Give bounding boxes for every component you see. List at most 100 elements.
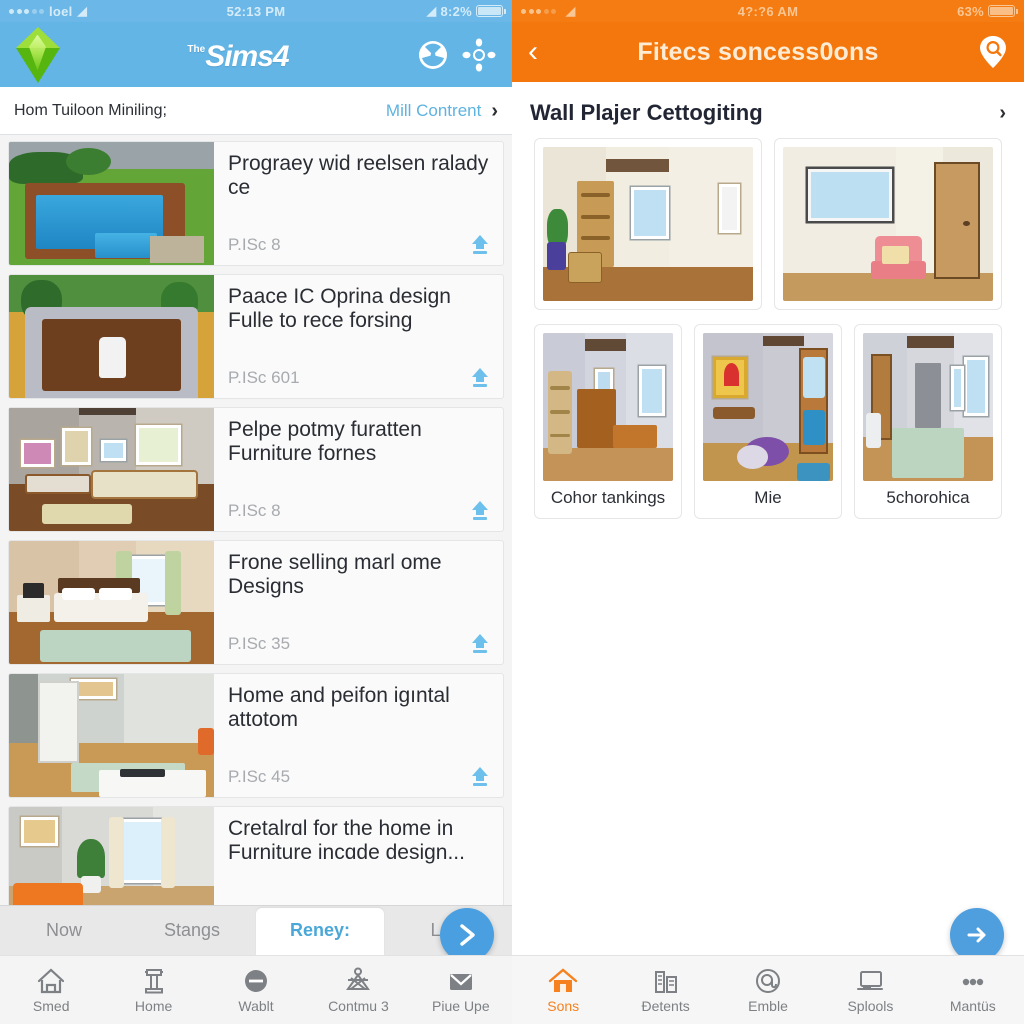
list-item-thumbnail: [9, 541, 214, 664]
next-fab-button[interactable]: [950, 908, 1004, 962]
list-item-subtitle: P.ISc 8: [228, 501, 281, 520]
list-item-subtitle: P.ISc 601: [228, 368, 300, 387]
home-outline-icon: [38, 968, 65, 993]
podium-icon: [144, 968, 163, 993]
tab-now[interactable]: Now: [0, 908, 128, 955]
nav-item-piue-upe[interactable]: Piue Upe: [410, 967, 512, 1014]
chevron-right-icon[interactable]: ›: [491, 101, 498, 121]
list-item-subtitle: P.ISc 35: [228, 634, 291, 653]
nav-label: Piue Upe: [432, 997, 490, 1014]
nav-label: Đetents: [641, 997, 690, 1014]
content-list: Prograey wid reelsen ralady ce P.ISc 8 P…: [0, 135, 512, 931]
nav-label: Mantüs: [949, 997, 996, 1014]
plumbob-icon: [16, 26, 60, 83]
room-thumbnail: [543, 333, 673, 481]
featured-grid: [512, 138, 1024, 310]
subheader-row[interactable]: Hom Tuiloon Miniling; Mill Contrent ›: [0, 87, 512, 135]
download-icon[interactable]: [469, 366, 491, 388]
battery-icon: [988, 5, 1018, 17]
pan-move-icon[interactable]: [462, 38, 496, 72]
battery-icon: [476, 5, 506, 17]
home-filled-icon: [549, 967, 578, 992]
tab-strip: Now Stangs Reney: Loɡ:: [0, 905, 512, 955]
list-item[interactable]: Home and peifon igıntal attotom P.ISc 45: [8, 673, 504, 798]
more-dots-icon: [962, 978, 984, 985]
list-item-thumbnail: [9, 142, 214, 265]
more-content-link[interactable]: Mill Contrent: [386, 101, 481, 121]
list-item-title: Prograey wid reelsen ralady ce: [228, 152, 489, 200]
nav-item-sons[interactable]: Sons: [512, 967, 614, 1014]
nav-label: Emble: [748, 997, 788, 1014]
download-icon[interactable]: [469, 765, 491, 787]
status-bar-left: loel ◢ 52:13 PM ◢ 8:2%: [0, 0, 512, 22]
list-item-title: Frone selling marl ome Designs: [228, 551, 442, 599]
compass-filter-icon[interactable]: [416, 38, 450, 72]
nav-item-splools[interactable]: Splools: [819, 967, 921, 1014]
left-phone-screen: loel ◢ 52:13 PM ◢ 8:2% TheSims4 Hom Tuil…: [0, 0, 512, 1024]
card-grid: Cohor tankings Mie 5chorohica: [512, 310, 1024, 519]
download-icon[interactable]: [469, 632, 491, 654]
nav-item-home[interactable]: Home: [102, 967, 204, 1014]
room-card-caption: Mie: [754, 488, 782, 507]
status-time: 4?:?6 AM: [737, 3, 799, 19]
nav-item-mantus[interactable]: Mantüs: [922, 967, 1024, 1014]
list-item-subtitle: P.ISc 45: [228, 767, 291, 786]
tab-reney[interactable]: Reney:: [256, 908, 384, 955]
laptop-icon: [857, 970, 884, 990]
room-card-caption: 5chorohica: [886, 488, 970, 507]
bottom-nav-left: Smed Home Wablt Contmu 3 Piue Upe: [0, 955, 512, 1024]
download-icon[interactable]: [469, 233, 491, 255]
app-title: TheSims4: [187, 39, 289, 73]
list-item[interactable]: Pelpe potmy furatten Furniture fornes P.…: [8, 407, 504, 532]
right-phone-screen: ◢ 4?:?6 AM 63% ‹ Fitecs soncess0ons Wall…: [512, 0, 1024, 1024]
list-item-thumbnail: [9, 674, 214, 797]
featured-card[interactable]: [774, 138, 1002, 310]
list-item[interactable]: Paace IC Oprina design Fulle to rece for…: [8, 274, 504, 399]
chevron-right-send-icon: [460, 924, 475, 946]
room-card[interactable]: 5chorohica: [854, 324, 1002, 519]
nav-item-wablt[interactable]: Wablt: [205, 967, 307, 1014]
envelope-icon: [449, 973, 472, 990]
list-item-thumbnail: [9, 408, 214, 531]
chevron-right-icon[interactable]: ›: [999, 103, 1006, 123]
featured-thumbnail: [543, 147, 753, 301]
list-item-title: Paace IC Oprina design Fulle to rece for…: [228, 285, 451, 333]
nav-label: Wablt: [238, 997, 274, 1014]
nav-item-detents[interactable]: Đetents: [614, 967, 716, 1014]
nav-item-emble[interactable]: Emble: [717, 967, 819, 1014]
list-item-title: Cretalrɑl for the home in Furniture incɑ…: [228, 817, 465, 865]
page-title: Fitecs soncess0ons: [637, 37, 879, 66]
room-thumbnail: [703, 333, 833, 481]
wifi-icon-2: ◢: [426, 4, 437, 18]
status-bar-right: ◢ 4?:?6 AM 63%: [512, 0, 1024, 22]
room-card[interactable]: Mie: [694, 324, 842, 519]
search-pin-icon[interactable]: [978, 35, 1008, 69]
nav-item-contmu[interactable]: Contmu 3: [307, 967, 409, 1014]
nav-label: Sons: [547, 997, 580, 1014]
minus-circle-icon: [245, 969, 268, 992]
list-item[interactable]: Prograey wid reelsen ralady ce P.ISc 8: [8, 141, 504, 266]
list-item-title: Home and peifon igıntal attotom: [228, 684, 450, 732]
city-icon: [654, 970, 677, 993]
section-header[interactable]: Wall Plajer Cettogiting ›: [512, 82, 1024, 138]
send-fab-button[interactable]: [440, 908, 494, 962]
back-chevron-icon[interactable]: ‹: [528, 37, 538, 67]
battery-percent: 8:2%: [440, 3, 472, 19]
tab-stangs[interactable]: Stangs: [128, 908, 256, 955]
nav-label: Smed: [32, 997, 70, 1014]
nav-item-smed[interactable]: Smed: [0, 967, 102, 1014]
featured-thumbnail: [783, 147, 993, 301]
app-header-left: TheSims4: [0, 22, 512, 87]
list-item-thumbnail: [9, 275, 214, 398]
room-card-caption: Cohor tankings: [550, 488, 666, 507]
room-card[interactable]: Cohor tankings: [534, 324, 682, 519]
arrow-right-icon: [967, 927, 986, 943]
download-icon[interactable]: [469, 499, 491, 521]
bottom-nav-right: Sons Đetents Emble Splools Mantüs: [512, 955, 1024, 1024]
section-title: Wall Plajer Cettogiting: [530, 100, 763, 125]
featured-card[interactable]: [534, 138, 762, 310]
app-header-right: ‹ Fitecs soncess0ons: [512, 22, 1024, 82]
nav-label: Contmu 3: [328, 997, 389, 1014]
list-item[interactable]: Frone selling marl ome Designs P.ISc 35: [8, 540, 504, 665]
dual-screenshot-collage: loel ◢ 52:13 PM ◢ 8:2% TheSims4 Hom Tuil…: [0, 0, 1024, 1024]
